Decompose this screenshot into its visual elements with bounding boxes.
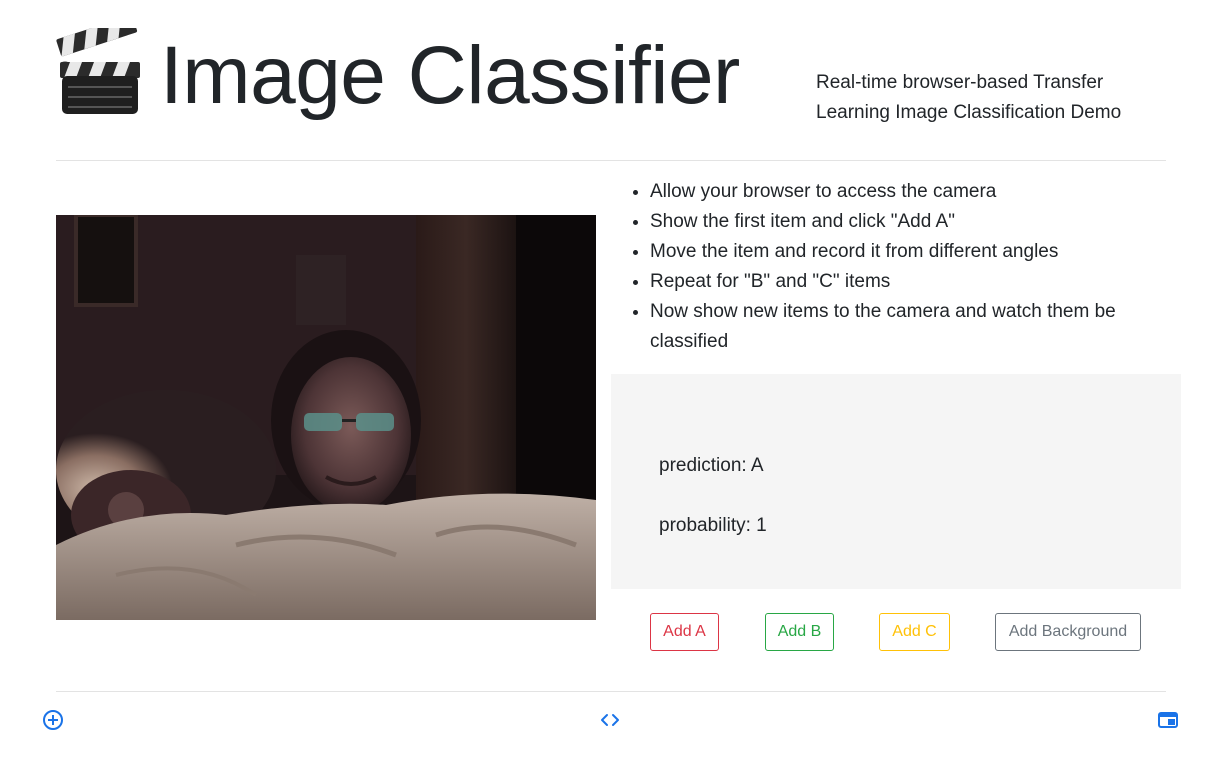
plus-circle-icon[interactable] xyxy=(42,709,64,731)
code-icon[interactable] xyxy=(599,709,621,731)
prediction-panel: prediction: A probability: 1 xyxy=(611,374,1181,589)
instruction-item: Show the first item and click "Add A" xyxy=(650,207,1170,237)
page-title: Image Classifier xyxy=(160,30,740,121)
page: Image Classifier Real-time browser-based… xyxy=(0,0,1211,766)
probability-text: probability: 1 xyxy=(659,515,767,536)
prediction-text: prediction: A xyxy=(659,455,764,476)
instruction-item: Move the item and record it from differe… xyxy=(650,237,1170,267)
divider xyxy=(56,160,1166,161)
add-a-button[interactable]: Add A xyxy=(650,613,719,651)
divider xyxy=(56,691,1166,692)
instruction-item: Allow your browser to access the camera xyxy=(650,177,1170,207)
add-b-button[interactable]: Add B xyxy=(765,613,834,651)
instructions-list: Allow your browser to access the camera … xyxy=(628,177,1170,357)
clapperboard-icon xyxy=(56,28,140,114)
add-background-button[interactable]: Add Background xyxy=(995,613,1141,651)
add-c-button[interactable]: Add C xyxy=(879,613,950,651)
webcam-video xyxy=(56,215,596,620)
header: Image Classifier Real-time browser-based… xyxy=(56,22,1166,160)
browser-window-icon[interactable] xyxy=(1157,709,1179,731)
camera-feed-image xyxy=(56,215,596,620)
page-subtitle: Real-time browser-based Transfer Learnin… xyxy=(816,72,1122,123)
instruction-item: Now show new items to the camera and wat… xyxy=(650,297,1170,357)
instruction-item: Repeat for "B" and "C" items xyxy=(650,267,1170,297)
